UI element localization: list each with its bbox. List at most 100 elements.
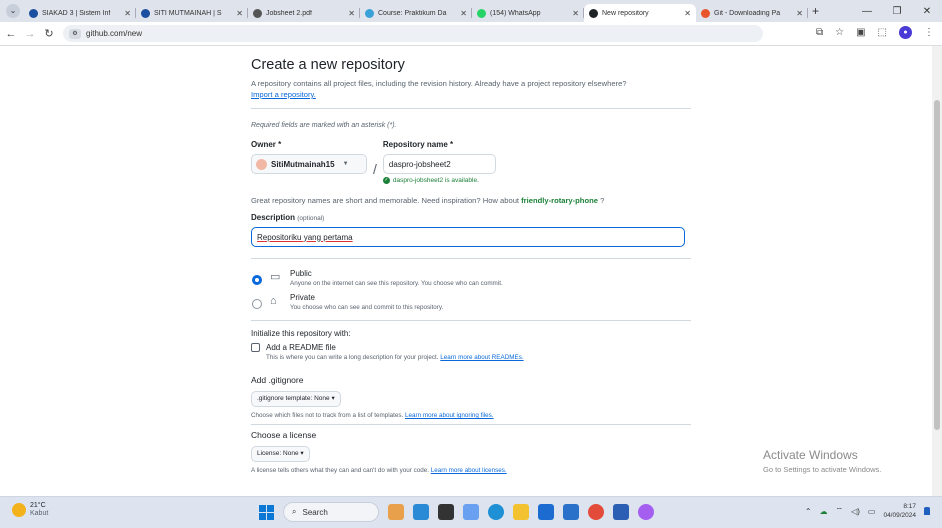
license-select[interactable]: License: None ▾ xyxy=(251,446,310,462)
forward-icon[interactable]: → xyxy=(22,28,38,40)
system-tray: ⌃ ☁ ⌔ ◁) ▭ 8:17 04/09/2024 xyxy=(805,502,930,520)
visibility-private-option[interactable]: ⌂ Private You choose who can see and com… xyxy=(251,293,691,311)
site-info-icon[interactable]: ⚙ xyxy=(69,28,81,39)
clock-date: 04/09/2024 xyxy=(883,512,916,519)
tab-title: SIAKAD 3 | Sistem Inf xyxy=(42,9,111,17)
extension-icon[interactable]: ▣ xyxy=(856,27,865,38)
tab-close-icon[interactable]: ✕ xyxy=(460,9,467,18)
new-tab-button[interactable]: + xyxy=(812,4,819,18)
gitignore-help-text: Choose which files not to track from a l… xyxy=(251,412,404,419)
close-window-button[interactable]: ✕ xyxy=(912,6,942,17)
taskview-app-icon[interactable] xyxy=(438,504,454,520)
required-note: Required fields are marked with an aster… xyxy=(251,122,397,129)
license-value: License: None xyxy=(257,450,299,457)
widget-app-icon[interactable] xyxy=(463,504,479,520)
tab-close-icon[interactable]: ✕ xyxy=(236,9,243,18)
tab-favicon-icon xyxy=(253,8,262,18)
repo-name-input[interactable] xyxy=(382,154,496,174)
tab-title: Git - Downloading Pa xyxy=(714,9,781,17)
suggestion-link[interactable]: friendly-rotary-phone xyxy=(521,196,598,205)
private-title: Private xyxy=(290,293,315,302)
file-explorer-icon[interactable] xyxy=(513,504,529,520)
optional-hint: (optional) xyxy=(297,215,325,222)
notification-icon[interactable] xyxy=(924,507,930,515)
readme-option[interactable]: Add a README file xyxy=(251,343,691,352)
browser-tab[interactable]: Git - Downloading Pa ✕ xyxy=(696,4,808,22)
tab-favicon-icon xyxy=(701,8,710,18)
owner-repo-row: Owner * SitiMutmainah15 ▼ / Repository n… xyxy=(251,140,691,184)
back-icon[interactable]: ← xyxy=(3,28,19,40)
suggestion-end: ? xyxy=(597,196,605,205)
browser-tab[interactable]: New repository ✕ xyxy=(584,4,696,22)
taskbar-apps: ⌕ Search xyxy=(259,502,654,522)
store-app-icon[interactable] xyxy=(538,504,554,520)
owner-avatar xyxy=(256,158,267,170)
url-text: github.com/new xyxy=(86,29,143,38)
url-input[interactable]: ⚙ github.com/new xyxy=(63,25,763,42)
availability-text: daspro-jobsheet2 is available. xyxy=(392,177,479,184)
window-controls: — ❐ ✕ xyxy=(852,0,942,22)
minimize-button[interactable]: — xyxy=(852,6,882,17)
scrollbar-thumb[interactable] xyxy=(934,100,940,430)
downloads-icon[interactable]: ⬚ xyxy=(878,27,887,38)
readme-help: This is where you can write a long descr… xyxy=(266,354,691,361)
search-icon: ⌕ xyxy=(292,507,297,516)
word-app-icon[interactable] xyxy=(613,504,629,520)
browser-tab[interactable]: Jobsheet 2.pdf ✕ xyxy=(248,4,360,22)
tab-close-icon[interactable]: ✕ xyxy=(796,9,803,18)
new-repo-form: Create a new repository A repository con… xyxy=(251,46,691,474)
weather-widget[interactable]: 21°C Kabut xyxy=(12,502,48,518)
network-icon[interactable]: ⌔ xyxy=(836,506,844,516)
license-learn-more-link[interactable]: Learn more about licenses. xyxy=(431,467,507,474)
readme-checkbox[interactable] xyxy=(251,343,260,352)
battery-icon[interactable]: ▭ xyxy=(868,507,876,516)
bookmark-star-icon[interactable]: ☆ xyxy=(835,27,844,38)
gitignore-learn-more-link[interactable]: Learn more about ignoring files. xyxy=(405,412,494,419)
profile-avatar[interactable]: ● xyxy=(899,26,912,39)
tab-list: SIAKAD 3 | Sistem Inf ✕ SITI MUTMAINAH | S… xyxy=(24,0,808,22)
clock[interactable]: 8:17 04/09/2024 xyxy=(883,502,916,520)
menu-icon[interactable]: ⋮ xyxy=(924,27,934,38)
browser-tab[interactable]: SITI MUTMAINAH | S ✕ xyxy=(136,4,248,22)
start-button[interactable] xyxy=(259,504,274,520)
cast-icon[interactable]: ⧉ xyxy=(816,27,823,38)
description-label-text: Description xyxy=(251,213,296,222)
description-input[interactable] xyxy=(251,227,685,247)
mail-app-icon[interactable] xyxy=(563,504,579,520)
search-label: Search xyxy=(302,507,328,517)
taskbar-search[interactable]: ⌕ Search xyxy=(283,502,379,522)
tab-favicon-icon xyxy=(365,8,374,18)
edge-app-icon[interactable] xyxy=(488,504,504,520)
readme-learn-more-link[interactable]: Learn more about READMEs. xyxy=(440,354,523,361)
volume-icon[interactable]: ◁) xyxy=(851,507,860,516)
lead-sentence: A repository contains all project files,… xyxy=(251,79,627,88)
visibility-public-option[interactable]: ▭ Public Anyone on the internet can see … xyxy=(251,269,691,287)
browser-tab[interactable]: (154) WhatsApp ✕ xyxy=(472,4,584,22)
tab-close-icon[interactable]: ✕ xyxy=(572,9,579,18)
browser-tab-strip: ⌄ SIAKAD 3 | Sistem Inf ✕ SITI MUTMAINAH |… xyxy=(0,0,942,22)
private-radio[interactable] xyxy=(252,299,262,309)
tab-close-icon[interactable]: ✕ xyxy=(348,9,355,18)
restore-button[interactable]: ❐ xyxy=(882,6,912,17)
tab-title: New repository xyxy=(602,9,649,17)
page-title: Create a new repository xyxy=(251,57,405,73)
import-repository-link[interactable]: Import a repository. xyxy=(251,90,316,99)
toolbar-icons: ⧉ ☆ ▣ ⬚ ● ⋮ xyxy=(816,26,934,39)
browser-tab[interactable]: SIAKAD 3 | Sistem Inf ✕ xyxy=(24,4,136,22)
cloud-icon[interactable]: ☁ xyxy=(820,507,828,516)
tab-close-icon[interactable]: ✕ xyxy=(684,9,691,18)
people-app-icon[interactable] xyxy=(388,504,404,520)
scrollbar[interactable] xyxy=(932,46,942,496)
repo-name-label: Repository name * xyxy=(382,140,454,149)
chrome-browser-icon[interactable] xyxy=(588,504,604,520)
public-radio[interactable] xyxy=(252,275,262,285)
copilot-app-icon[interactable] xyxy=(638,504,654,520)
browser-tab[interactable]: Course: Praktikum Da ✕ xyxy=(360,4,472,22)
chevron-up-icon[interactable]: ⌃ xyxy=(805,507,812,516)
reload-icon[interactable]: ↻ xyxy=(41,27,57,40)
tab-close-icon[interactable]: ✕ xyxy=(124,9,131,18)
tab-search-button[interactable]: ⌄ xyxy=(6,4,20,18)
chrome-app-icon[interactable] xyxy=(413,504,429,520)
gitignore-select[interactable]: .gitignore template: None ▾ xyxy=(251,391,341,407)
owner-select[interactable]: SitiMutmainah15 ▼ xyxy=(251,154,367,174)
